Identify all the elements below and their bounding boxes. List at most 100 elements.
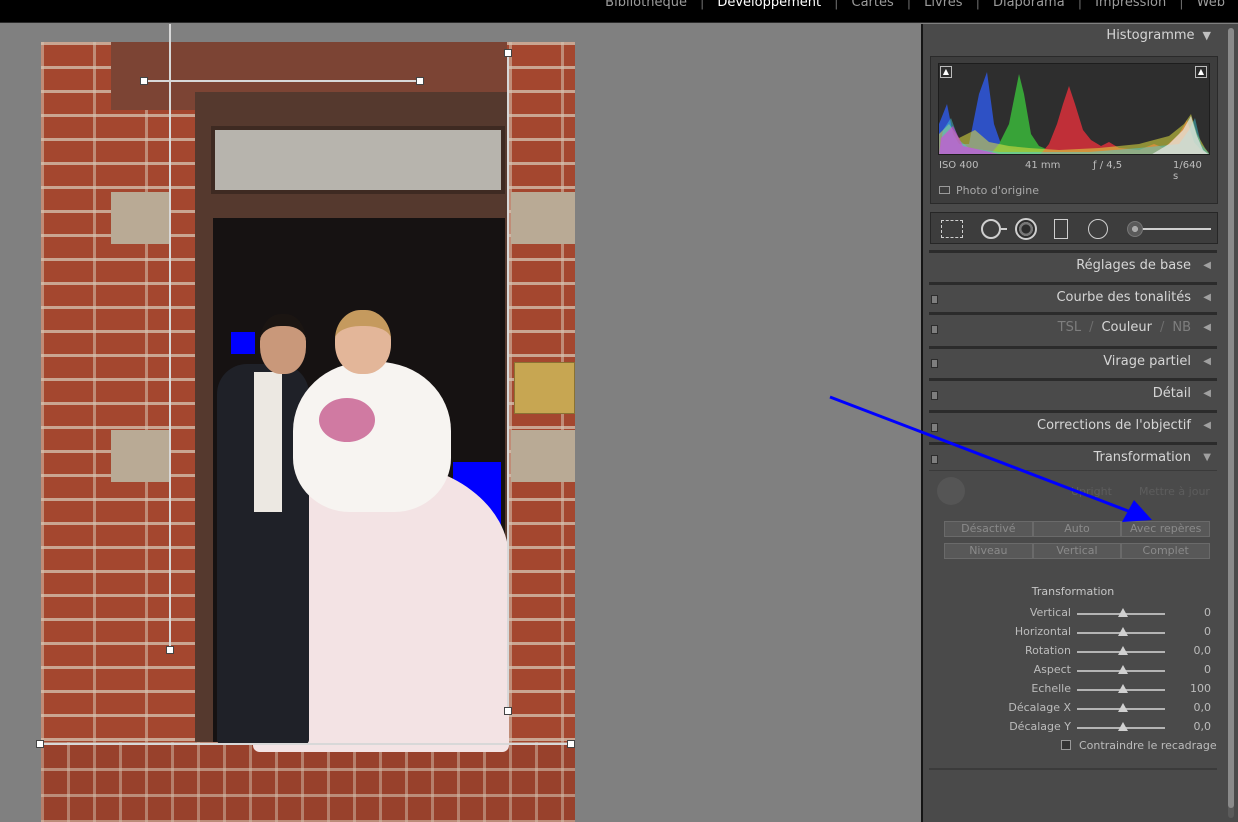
photo-steps xyxy=(41,742,575,822)
module-tab[interactable]: Web xyxy=(1184,0,1238,10)
guide-handle[interactable] xyxy=(504,49,512,57)
slider-thumb[interactable] xyxy=(1118,608,1128,617)
panel-switch-icon[interactable] xyxy=(931,325,938,334)
slider-thumb[interactable] xyxy=(1118,722,1128,731)
original-photo-label: Photo d'origine xyxy=(956,184,1039,197)
slider-label: Décalage Y xyxy=(1009,720,1071,733)
expand-triangle-icon: ◀ xyxy=(1203,322,1211,333)
guide-handle[interactable] xyxy=(416,77,424,85)
develop-right-panel: Histogramme ▼ ▲ ▲ ISO 400 41 mm ƒ / 4,5 1… xyxy=(921,24,1238,822)
slider-thumb[interactable] xyxy=(1118,665,1128,674)
red-eye-icon[interactable] xyxy=(1015,218,1037,240)
slider-value[interactable]: 0,0 xyxy=(1194,644,1212,657)
slider-thumb[interactable] xyxy=(1118,646,1128,655)
module-tab[interactable]: Impression xyxy=(1082,0,1179,10)
guide-line-vertical-left[interactable] xyxy=(169,24,171,650)
slider-value[interactable]: 0 xyxy=(1204,606,1211,619)
upright-full-button[interactable]: Complet xyxy=(1121,543,1211,559)
upright-vertical-button[interactable]: Vertical xyxy=(1032,543,1122,559)
module-tab[interactable]: Livres xyxy=(911,0,975,10)
upright-auto-button[interactable]: Auto xyxy=(1032,521,1122,537)
section-lens-corrections[interactable]: Corrections de l'objectif ◀ xyxy=(929,410,1217,438)
crop-handle[interactable] xyxy=(36,740,44,748)
upright-level-button[interactable]: Niveau xyxy=(944,543,1033,559)
crop-tool-icon[interactable] xyxy=(941,220,963,238)
graduated-filter-icon[interactable] xyxy=(1054,219,1068,239)
section-tone-curve[interactable]: Courbe des tonalités ◀ xyxy=(929,282,1217,310)
section-transform[interactable]: Transformation ▼ xyxy=(929,442,1217,470)
section-detail-title: Détail xyxy=(1152,386,1191,401)
tab-couleur[interactable]: Couleur xyxy=(1101,320,1151,335)
slider-label: Aspect xyxy=(1033,663,1071,676)
section-basic[interactable]: Réglages de base ◀ xyxy=(929,250,1217,278)
slider-label: Décalage X xyxy=(1008,701,1071,714)
original-photo-toggle[interactable]: Photo d'origine xyxy=(939,184,1039,197)
photo-stone-block xyxy=(111,430,171,482)
spot-removal-icon[interactable] xyxy=(981,219,1007,239)
slider-thumb[interactable] xyxy=(1118,703,1128,712)
tab-tsl[interactable]: TSL xyxy=(1058,320,1081,335)
slider-label: Horizontal xyxy=(1014,625,1071,638)
module-tab[interactable]: Cartes xyxy=(839,0,907,10)
panel-scrollbar[interactable] xyxy=(1228,28,1234,818)
crop-edge-bottom[interactable] xyxy=(40,743,572,745)
section-transform-title: Transformation xyxy=(1093,450,1191,465)
constrain-crop-checkbox[interactable] xyxy=(1061,740,1071,750)
module-tab[interactable]: Diaporama xyxy=(980,0,1078,10)
slider-value[interactable]: 100 xyxy=(1190,682,1211,695)
module-tab[interactable]: Bibliothèque xyxy=(592,0,700,10)
panel-switch-icon[interactable] xyxy=(931,455,938,464)
guide-line-vertical-right[interactable] xyxy=(507,52,509,712)
guide-line-horizontal[interactable] xyxy=(144,80,420,82)
slider-value[interactable]: 0 xyxy=(1204,663,1211,676)
radial-filter-icon[interactable] xyxy=(1088,219,1108,239)
upright-target-icon[interactable] xyxy=(937,477,965,505)
upright-label: Upright xyxy=(1071,485,1112,498)
tab-nb[interactable]: NB xyxy=(1172,320,1191,335)
section-hsl[interactable]: TSL / Couleur / NB ◀ xyxy=(929,312,1217,340)
original-photo-checkbox[interactable] xyxy=(939,186,950,194)
slider-thumb[interactable] xyxy=(1118,684,1128,693)
panel-switch-icon[interactable] xyxy=(931,359,938,368)
panel-switch-icon[interactable] xyxy=(931,391,938,400)
photo-transom-window xyxy=(211,126,505,194)
crop-handle[interactable] xyxy=(567,740,575,748)
guide-handle[interactable] xyxy=(140,77,148,85)
slider-value[interactable]: 0 xyxy=(1204,625,1211,638)
scrollbar-thumb[interactable] xyxy=(1228,28,1234,808)
wedding-photo[interactable] xyxy=(41,42,575,822)
slider-row: Horizontal 0 xyxy=(929,624,1217,640)
adjustment-brush-icon[interactable] xyxy=(1127,219,1211,239)
photo-bouquet xyxy=(319,398,375,442)
expand-triangle-icon: ◀ xyxy=(1203,388,1211,399)
upright-buttons-row-1: Désactivé Auto Avec repères xyxy=(944,521,1211,537)
shadow-clipping-toggle[interactable]: ▲ xyxy=(940,66,952,78)
upright-off-button[interactable]: Désactivé xyxy=(944,521,1033,537)
panel-switch-icon[interactable] xyxy=(931,295,938,304)
section-split-toning[interactable]: Virage partiel ◀ xyxy=(929,346,1217,374)
slider-row: Rotation 0,0 xyxy=(929,643,1217,659)
slider-value[interactable]: 0,0 xyxy=(1194,720,1212,733)
slider-label: Echelle xyxy=(1031,682,1071,695)
module-tab[interactable]: Développement xyxy=(704,0,834,10)
slider-thumb[interactable] xyxy=(1118,627,1128,636)
expand-triangle-icon: ◀ xyxy=(1203,260,1211,271)
histogram-curves xyxy=(939,72,1209,154)
slider-value[interactable]: 0,0 xyxy=(1194,701,1212,714)
photo-bride-head xyxy=(335,310,391,374)
section-tone-curve-title: Courbe des tonalités xyxy=(1056,290,1191,305)
highlight-clipping-toggle[interactable]: ▲ xyxy=(1195,66,1207,78)
image-canvas[interactable] xyxy=(0,24,921,822)
guide-handle[interactable] xyxy=(504,707,512,715)
update-button[interactable]: Mettre à jour xyxy=(1139,485,1210,498)
histogram-graph[interactable] xyxy=(938,63,1210,155)
panel-switch-icon[interactable] xyxy=(931,423,938,432)
constrain-crop-toggle[interactable]: Contraindre le recadrage xyxy=(1061,739,1217,752)
guide-handle[interactable] xyxy=(166,646,174,654)
transform-panel-body: Upright Mettre à jour Désactivé Auto Ave… xyxy=(929,470,1217,770)
histogram-header[interactable]: Histogramme ▼ xyxy=(929,28,1217,50)
upright-guided-button[interactable]: Avec repères xyxy=(1121,521,1211,537)
section-detail[interactable]: Détail ◀ xyxy=(929,378,1217,406)
upright-buttons-row-2: Niveau Vertical Complet xyxy=(944,543,1211,559)
histogram-title: Histogramme xyxy=(1106,28,1195,43)
